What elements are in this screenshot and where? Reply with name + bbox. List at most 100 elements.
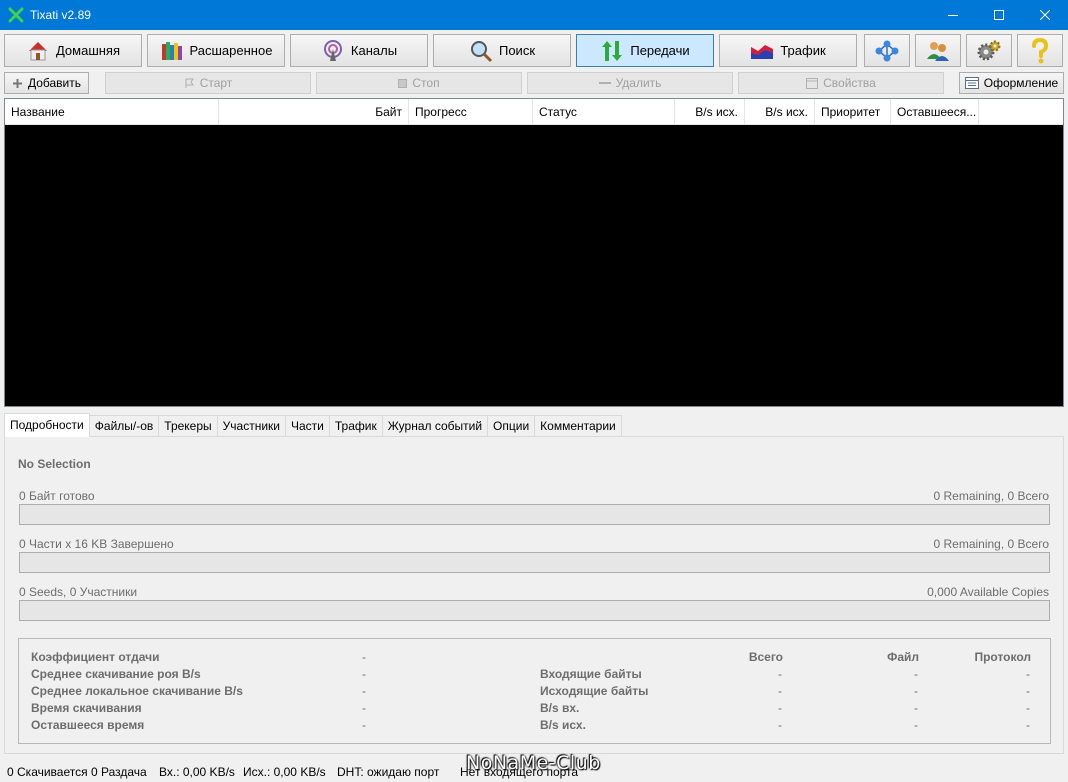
minimize-button[interactable] [930,0,976,30]
close-button[interactable] [1022,0,1068,30]
transfer-arrows-icon [602,40,623,61]
nav-channels-label: Каналы [350,43,398,58]
nav-shared-label: Расшаренное [189,43,273,58]
tab-comments[interactable]: Комментарии [534,415,622,437]
stat-label-rate-in: B/s вх. [540,701,580,715]
stat-header-protocol: Протокол [974,650,1031,664]
transfers-list[interactable]: Название Байт Прогресс Статус B/s исх. B… [4,98,1064,407]
stat-label-rate-out: B/s исх. [540,718,586,732]
start-button[interactable]: Старт [105,72,311,94]
main-toolbar: Домашняя Расшаренное Каналы Поиск Переда… [0,31,1068,69]
maximize-icon [994,10,1004,20]
tab-event-log[interactable]: Журнал событий [381,415,489,437]
column-progress[interactable]: Прогресс [409,99,533,125]
help-button[interactable] [1017,34,1063,67]
minimize-icon [948,15,958,16]
nav-transfers-label: Передачи [630,43,690,58]
availability-bar [19,600,1050,621]
column-rate-out-2[interactable]: B/s исх. [745,99,815,125]
layout-icon [964,77,979,89]
stat-label-time-left: Оставшееся время [31,718,145,732]
nav-traffic-button[interactable]: Трафик [719,34,857,67]
column-priority[interactable]: Приоритет [815,99,891,125]
stat-value-swarm-rate: - [362,667,366,681]
tab-pieces[interactable]: Части [284,415,330,437]
column-rate-out-1[interactable]: B/s исх. [675,99,745,125]
stats-box: Коэффициент отдачи Среднее скачивание ро… [18,638,1051,744]
add-button[interactable]: Добавить [4,72,89,94]
remove-button[interactable]: Удалить [527,72,733,94]
stat-file-bytes-in: - [914,667,918,681]
start-label: Старт [199,76,233,90]
add-label: Добавить [27,76,82,90]
available-copies-label: 0,000 Available Copies [927,585,1049,599]
minus-icon [598,82,611,84]
stat-label-ratio: Коэффициент отдачи [31,650,160,664]
stat-file-rate-in: - [914,701,918,715]
stat-value-local-rate: - [362,684,366,698]
bytes-ready-label: 0 Байт готово [19,489,95,503]
users-icon [927,41,949,61]
tab-traffic[interactable]: Трафик [328,415,383,437]
pieces-progress-bar [19,552,1050,573]
nav-search-label: Поиск [498,43,536,58]
stat-label-local-rate: Среднее локальное скачивание B/s [31,684,243,698]
stat-label-bytes-out: Исходящие байты [540,684,649,698]
gears-icon [977,40,1001,60]
traffic-chart-icon [751,44,774,59]
stat-value-time-left: - [362,718,366,732]
maximize-button[interactable] [976,0,1022,30]
question-mark-icon [1032,37,1049,63]
layout-button[interactable]: Оформление [959,72,1064,94]
title-bar: Tixati v2.89 [0,0,1068,30]
stop-button[interactable]: Стоп [316,72,522,94]
window-title: Tixati v2.89 [30,8,91,22]
nav-home-button[interactable]: Домашняя [4,34,142,67]
tab-peers[interactable]: Участники [216,415,286,437]
transfers-list-header: Название Байт Прогресс Статус B/s исх. B… [5,99,1063,125]
properties-label: Свойства [823,76,876,90]
plus-icon [12,78,22,88]
stat-protocol-rate-in: - [1026,701,1030,715]
stat-label-download-time: Время скачивания [31,701,142,715]
nav-search-button[interactable]: Поиск [433,34,571,67]
stat-header-file: Файл [887,650,919,664]
column-name[interactable]: Название [5,99,219,125]
close-icon [1040,10,1050,20]
column-status[interactable]: Статус [533,99,675,125]
nav-channels-button[interactable]: Каналы [290,34,428,67]
column-bytes[interactable]: Байт [219,99,409,125]
details-panel: No Selection 0 Байт готово 0 Remaining, … [4,436,1064,754]
column-remaining[interactable]: Оставшееся... [891,99,979,125]
stop-label: Стоп [412,76,440,90]
network-button[interactable] [864,34,910,67]
stat-total-rate-out: - [778,718,782,732]
tab-options[interactable]: Опции [487,415,536,437]
stop-icon [398,78,408,88]
status-downloading: 0 Скачивается [7,765,88,779]
users-button[interactable] [915,34,961,67]
seeds-peers-label: 0 Seeds, 0 Участники [19,585,138,599]
settings-button[interactable] [966,34,1012,67]
tab-files[interactable]: Файлы/-ов [88,415,160,437]
stat-label-bytes-in: Входящие байты [540,667,642,681]
stat-header-total: Всего [748,650,783,664]
status-rate-out: Исх.: 0,00 KB/s [243,765,326,779]
stat-protocol-bytes-out: - [1026,684,1030,698]
stat-value-download-time: - [362,701,366,715]
nav-shared-button[interactable]: Расшаренное [147,34,285,67]
network-nodes-icon [875,40,899,61]
no-selection-label: No Selection [18,457,91,471]
nav-home-label: Домашняя [55,43,121,58]
properties-button[interactable]: Свойства [738,72,944,94]
stat-total-bytes-in: - [778,667,782,681]
pieces-remaining-label: 0 Remaining, 0 Всего [933,537,1049,551]
layout-label: Оформление [983,76,1059,90]
nav-transfers-button[interactable]: Передачи [576,34,714,67]
stat-total-bytes-out: - [778,684,782,698]
books-icon [161,41,182,60]
bytes-progress-bar [19,504,1050,525]
tab-trackers[interactable]: Трекеры [158,415,218,437]
tab-details[interactable]: Подробности [4,413,90,437]
home-icon [28,41,47,60]
